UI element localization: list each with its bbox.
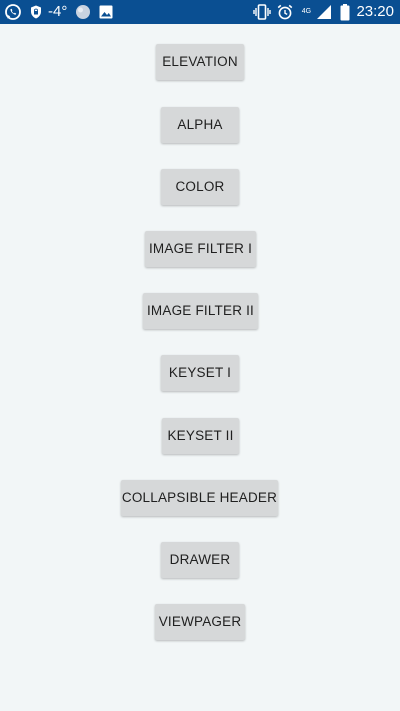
viewpager-button[interactable]: VIEWPAGER [155,604,245,640]
elevation-button[interactable]: ELEVATION [156,44,244,80]
clock-time: 23:20 [356,3,394,20]
collapsible-header-button[interactable]: COLLAPSIBLE HEADER [121,480,278,516]
image-icon [99,0,113,24]
alarm-icon [277,0,293,24]
signal-icon [316,0,332,24]
status-bar-right: 4G 23:20 [253,0,394,24]
status-bar: -4° 4G 23:20 [0,0,400,24]
status-bar-left: -4° [4,0,113,24]
image-filter-2-button[interactable]: IMAGE FILTER II [143,293,258,329]
color-button[interactable]: COLOR [161,169,239,205]
whatsapp-icon [4,0,22,24]
temperature-text: -4° [48,3,68,20]
network-type-label: 4G [301,8,312,15]
weather-icon [75,0,91,24]
shield-icon [30,0,42,24]
battery-icon [340,0,350,24]
drawer-button[interactable]: DRAWER [161,542,239,578]
image-filter-1-button[interactable]: IMAGE FILTER I [145,231,256,267]
alpha-button[interactable]: ALPHA [161,107,239,143]
keyset-1-button[interactable]: KEYSET I [161,355,239,391]
keyset-2-button[interactable]: KEYSET II [162,418,239,454]
vibrate-icon [253,0,272,24]
